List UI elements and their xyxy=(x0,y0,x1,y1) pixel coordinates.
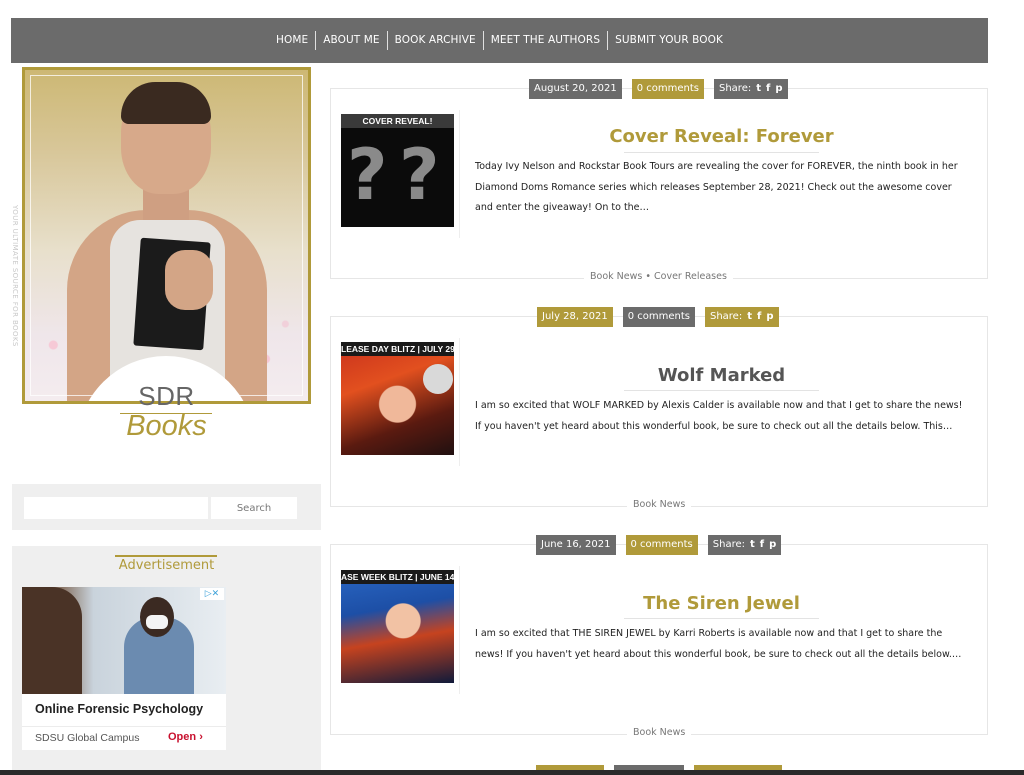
post-date: June 16, 2021 xyxy=(536,535,616,555)
post-thumbnail-frame: LEASE DAY BLITZ | JULY 29 xyxy=(336,338,460,466)
site-tagline-vertical: YOUR ULTIMATE SOURCE FOR BOOKS xyxy=(11,205,19,347)
facebook-icon[interactable]: f xyxy=(766,83,770,94)
post-thumbnail[interactable]: LEASE DAY BLITZ | JULY 29 xyxy=(341,342,454,455)
post-meta: August 20, 2021 0 comments Share: t f p xyxy=(529,79,788,99)
post-comments-link[interactable]: 0 comments xyxy=(622,307,695,327)
post-meta: July 28, 2021 0 comments Share: t f p xyxy=(537,307,779,327)
post-thumbnail-frame: ASE WEEK BLITZ | JUNE 14 xyxy=(336,566,460,694)
thumbnail-banner: LEASE DAY BLITZ | JULY 29 xyxy=(341,342,454,356)
browser-bottom-edge xyxy=(0,770,1024,775)
post-thumbnail[interactable]: ASE WEEK BLITZ | JUNE 14 xyxy=(341,570,454,683)
svg-text:?: ? xyxy=(347,134,388,216)
post-categories: Book News • Cover Releases xyxy=(584,271,733,282)
nav-about-me[interactable]: ABOUT ME xyxy=(315,31,386,50)
category-link[interactable]: Cover Releases xyxy=(654,271,727,282)
tumblr-icon[interactable]: t xyxy=(747,311,752,322)
logo-inner-frame xyxy=(30,75,303,396)
question-marks-art: ? ? xyxy=(347,134,440,216)
category-link[interactable]: Book News xyxy=(633,727,685,738)
post-date: August 20, 2021 xyxy=(529,79,622,99)
post-categories: Book News xyxy=(627,727,692,738)
post-thumbnail[interactable]: COVER REVEAL! ? ? xyxy=(341,114,454,227)
post-comments-link[interactable]: 0 comments xyxy=(625,535,698,555)
title-underline xyxy=(624,390,819,391)
ad-image[interactable] xyxy=(22,587,226,694)
facebook-icon[interactable]: f xyxy=(760,539,764,550)
thumbnail-banner: ASE WEEK BLITZ | JUNE 14 xyxy=(341,570,454,584)
post-excerpt: I am so excited that WOLF MARKED by Alex… xyxy=(475,400,963,432)
title-underline xyxy=(624,618,819,619)
post-comments-link[interactable]: 0 comments xyxy=(631,79,704,99)
ad-choices-icon[interactable]: ▷✕ xyxy=(200,588,224,600)
post-title[interactable]: The Siren Jewel xyxy=(474,593,969,614)
ad-open-button[interactable]: Open › xyxy=(168,731,203,743)
post-thumbnail-frame: COVER REVEAL! ? ? xyxy=(336,110,460,238)
post-date: July 28, 2021 xyxy=(537,307,613,327)
ad-title-rule xyxy=(115,555,217,557)
post-excerpt: Today Ivy Nelson and Rockstar Book Tours… xyxy=(475,161,958,213)
site-logo-image[interactable] xyxy=(22,67,311,404)
logo-text-sdr: SDR xyxy=(138,381,195,411)
ad-face-mask xyxy=(146,615,168,629)
share-label: Share: xyxy=(709,311,743,322)
ad-source: SDSU Global Campus xyxy=(35,732,140,744)
post-excerpt: I am so excited that THE SIREN JEWEL by … xyxy=(475,628,962,660)
category-separator: • xyxy=(642,271,654,282)
nav-meet-the-authors[interactable]: MEET THE AUTHORS xyxy=(482,31,607,50)
svg-text:?: ? xyxy=(399,134,440,216)
tumblr-icon[interactable]: t xyxy=(756,83,761,94)
category-link[interactable]: Book News xyxy=(633,499,685,510)
chevron-right-icon: › xyxy=(199,731,203,743)
ad-open-label: Open xyxy=(168,731,197,743)
post-title[interactable]: Cover Reveal: Forever xyxy=(474,126,969,147)
post-meta: June 16, 2021 0 comments Share: t f p xyxy=(536,535,782,555)
share-bar: Share: t f p xyxy=(704,307,779,327)
pinterest-icon[interactable]: p xyxy=(769,539,776,550)
share-label: Share: xyxy=(712,539,745,550)
tumblr-icon[interactable]: t xyxy=(750,539,755,550)
post-title[interactable]: Wolf Marked xyxy=(474,365,969,386)
pinterest-icon[interactable]: p xyxy=(766,311,773,322)
ad-divider xyxy=(22,726,226,727)
ad-woman-figure xyxy=(22,587,82,694)
search-button[interactable]: Search xyxy=(211,497,297,519)
logo-text-books: Books xyxy=(126,410,207,442)
pinterest-icon[interactable]: p xyxy=(775,83,782,94)
ad-headline[interactable]: Online Forensic Psychology xyxy=(35,702,203,716)
moon-decoration xyxy=(423,364,453,394)
nav-home[interactable]: HOME xyxy=(269,31,315,50)
share-bar: Share: t f p xyxy=(707,535,782,555)
ad-widget-title: Advertisement xyxy=(118,558,215,573)
post-categories: Book News xyxy=(627,499,692,510)
facebook-icon[interactable]: f xyxy=(757,311,761,322)
nav-submit-your-book[interactable]: SUBMIT YOUR BOOK xyxy=(607,31,730,50)
share-bar: Share: t f p xyxy=(713,79,788,99)
nav-book-archive[interactable]: BOOK ARCHIVE xyxy=(386,31,483,50)
main-nav: HOME ABOUT ME BOOK ARCHIVE MEET THE AUTH… xyxy=(11,18,988,63)
category-link[interactable]: Book News xyxy=(590,271,642,282)
title-underline xyxy=(624,152,819,153)
search-input[interactable] xyxy=(24,497,208,519)
share-label: Share: xyxy=(718,83,752,94)
